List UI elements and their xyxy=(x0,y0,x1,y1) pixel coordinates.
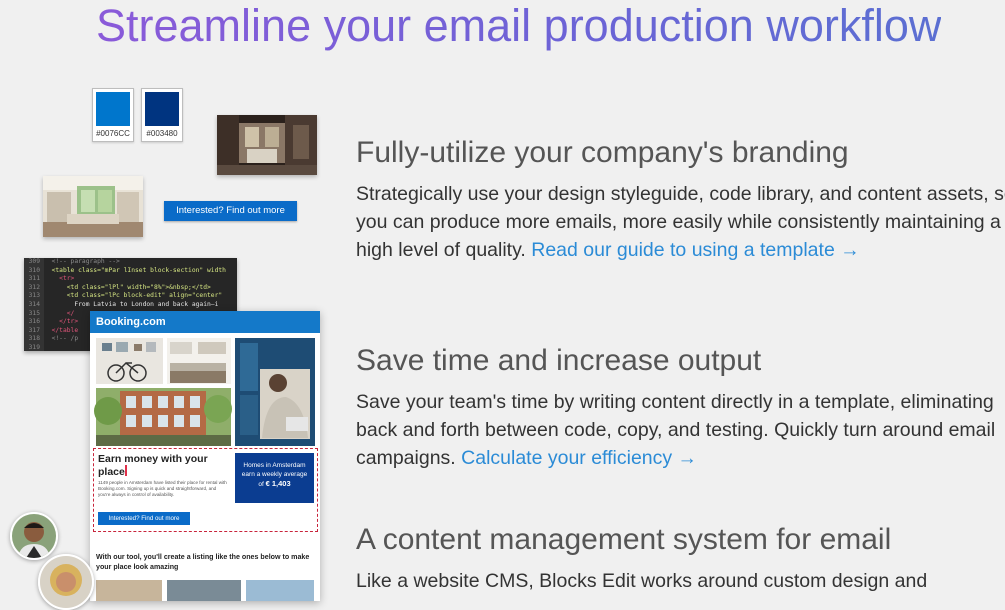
efficiency-link[interactable]: Calculate your efficiency → xyxy=(461,447,697,469)
code-line: 309 <!-- paragraph --> xyxy=(24,258,237,267)
page-title: Streamline your email production workflo… xyxy=(96,0,942,51)
user-avatar xyxy=(38,554,94,610)
feature-cms: A content management system for email Li… xyxy=(356,522,1005,595)
email-preview: Booking.com Earn money with your place 1… xyxy=(90,311,320,601)
feature-body: Save your team's time by writing content… xyxy=(356,388,1005,472)
earn-title: Earn money with your place xyxy=(98,453,208,478)
earn-button[interactable]: Interested? Find out more xyxy=(98,512,190,525)
feature-text: Like a website CMS, Blocks Edit works ar… xyxy=(356,570,928,592)
tool-text: With our tool, you'll create a listing l… xyxy=(96,553,310,571)
feature-output: Save time and increase output Save your … xyxy=(356,343,1005,472)
code-line: 314 From Latvia to London and back again… xyxy=(24,300,237,310)
swatch-code: #0076CC xyxy=(96,129,130,138)
earnings-line-2: earn a weekly average xyxy=(241,471,308,478)
code-line: 310 <table class="mPar lInset block-sect… xyxy=(24,266,237,276)
kitchen-photo xyxy=(43,176,143,237)
feature-branding: Fully-utilize your company's branding St… xyxy=(356,135,1005,264)
earnings-box: Homes in Amsterdam earn a weekly average… xyxy=(235,453,314,503)
code-line: 313 <td class="lPc block-edit" align="ce… xyxy=(24,292,237,301)
user-avatar xyxy=(10,512,58,560)
code-line: 311 <tr> xyxy=(24,275,237,284)
swatch-code: #003480 xyxy=(146,129,178,138)
color-swatch-primary: #0076CC xyxy=(92,88,134,142)
earnings-line-3: of € 1,403 xyxy=(258,479,291,488)
feature-title: A content management system for email xyxy=(356,523,892,556)
earnings-line-1: Homes in Amsterdam xyxy=(243,462,306,469)
editable-block-highlight[interactable]: Earn money with your place 1149 people i… xyxy=(93,448,318,532)
code-line: 312 <td class="lPl" width="8%">&nbsp;</t… xyxy=(24,283,237,293)
email-brand: Booking.com xyxy=(90,311,320,333)
cta-button[interactable]: Interested? Find out more xyxy=(164,201,297,221)
email-image-grid xyxy=(94,338,315,446)
listing-thumbnails xyxy=(96,580,314,601)
swatch-chip xyxy=(96,92,130,126)
earn-body: 1149 people in Amsterdam have listed the… xyxy=(98,480,227,497)
feature-body: Strategically use your design styleguide… xyxy=(356,180,1005,264)
feature-title: Fully-utilize your company's branding xyxy=(356,136,849,169)
interior-photo xyxy=(217,115,317,175)
color-swatch-secondary: #003480 xyxy=(141,88,183,142)
feature-title: Save time and increase output xyxy=(356,344,762,377)
text-cursor xyxy=(124,465,127,476)
guide-link[interactable]: Read our guide to using a template → xyxy=(531,239,859,261)
swatch-chip xyxy=(145,92,179,126)
